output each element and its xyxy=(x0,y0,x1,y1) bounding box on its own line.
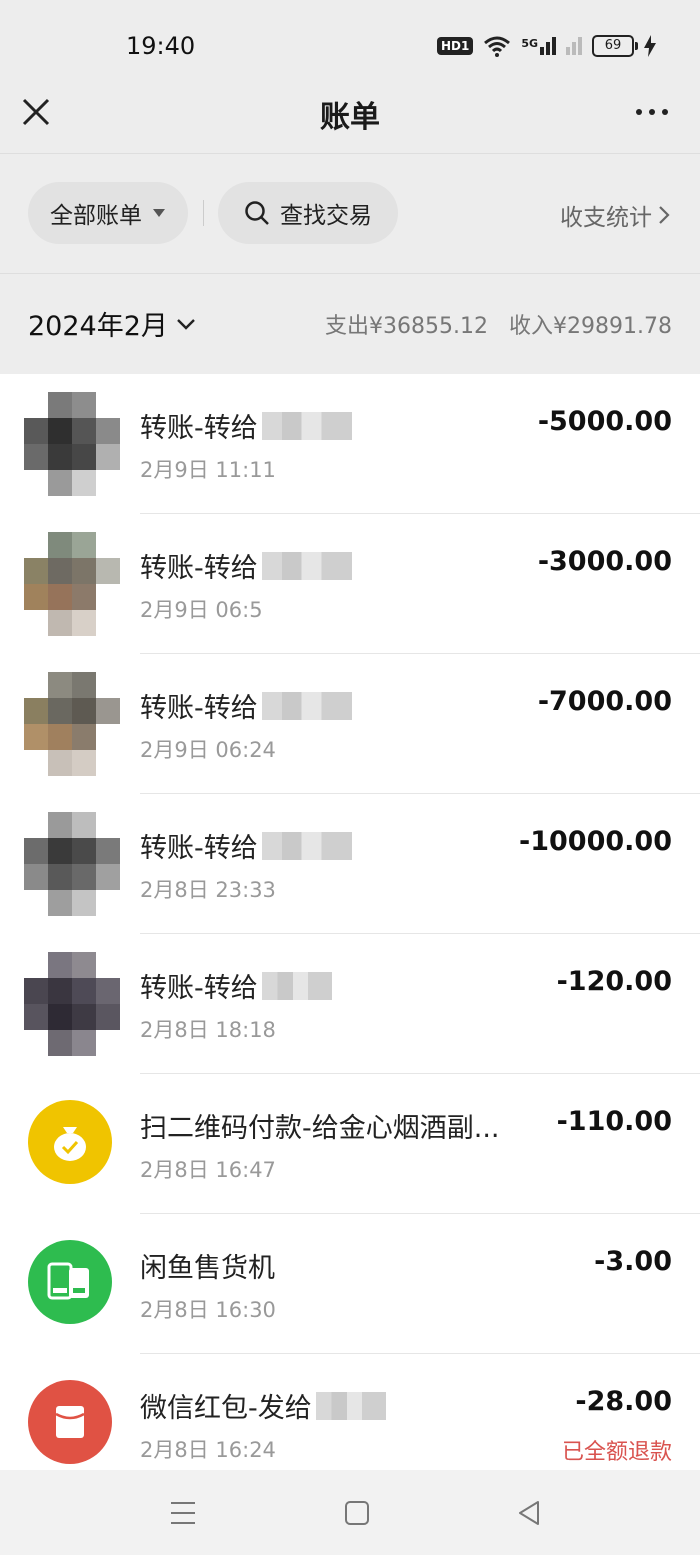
income-total: 收入¥29891.78 xyxy=(509,314,672,339)
money-bag-icon xyxy=(28,1100,112,1184)
title-text: 转账-转给 xyxy=(140,553,258,584)
system-nav-bar xyxy=(0,1470,700,1555)
status-bar: 19:40 HD1 5G 69 xyxy=(0,0,700,90)
title-text: 转账-转给 xyxy=(140,833,258,864)
transaction-row[interactable]: 转账-转给 2月9日 06:5 -3000.00 xyxy=(0,514,700,654)
filter-bar: 全部账单 查找交易 收支统计 xyxy=(0,154,700,274)
status-time: 19:40 xyxy=(126,32,196,60)
title-text: 微信红包-发给 xyxy=(140,1393,312,1424)
vending-machine-icon xyxy=(28,1240,112,1324)
chevron-down-icon xyxy=(177,318,195,330)
menu-icon[interactable] xyxy=(166,1496,200,1530)
red-packet-icon xyxy=(28,1380,112,1464)
divider xyxy=(203,200,204,226)
stats-link[interactable]: 收支统计 xyxy=(560,198,670,232)
blurred-avatar xyxy=(24,392,120,496)
transaction-row[interactable]: 转账-转给 2月8日 18:18 -120.00 xyxy=(0,934,700,1074)
month-label: 2024年2月 xyxy=(28,311,168,342)
transaction-title: 闲鱼售货机 xyxy=(140,1253,275,1284)
all-bills-label: 全部账单 xyxy=(50,203,142,229)
search-label: 查找交易 xyxy=(280,203,372,229)
caret-down-icon xyxy=(153,209,165,217)
stats-label: 收支统计 xyxy=(560,205,652,231)
hd-icon: HD1 xyxy=(436,37,474,55)
transaction-row[interactable]: 转账-转给 2月8日 23:33 -10000.00 xyxy=(0,794,700,934)
more-icon[interactable] xyxy=(634,94,670,130)
blurred-avatar xyxy=(24,672,120,776)
month-summary: 支出¥36855.12 收入¥29891.78 xyxy=(311,308,672,340)
transaction-row[interactable]: 闲鱼售货机 2月8日 16:30 -3.00 xyxy=(0,1214,700,1354)
redacted-name xyxy=(261,971,332,1000)
transaction-title: 转账-转给 xyxy=(140,546,352,585)
transaction-date: 2月9日 06:5 xyxy=(140,598,263,622)
search-icon xyxy=(245,201,269,225)
redacted-name xyxy=(261,551,352,580)
transaction-title: 转账-转给 xyxy=(140,686,352,725)
transaction-date: 2月8日 18:18 xyxy=(140,1018,276,1042)
battery-icon: 69 xyxy=(592,35,638,57)
month-selector[interactable]: 2024年2月 xyxy=(28,304,196,343)
transaction-amount: -7000.00 xyxy=(537,686,672,717)
transaction-title: 转账-转给 xyxy=(140,826,352,865)
nav-bar: 账单 xyxy=(0,90,700,154)
refund-status: 已全额退款 xyxy=(561,1440,672,1465)
transaction-amount: -120.00 xyxy=(556,966,672,997)
transaction-title: 转账-转给 xyxy=(140,966,332,1005)
transaction-date: 2月8日 16:30 xyxy=(140,1298,276,1322)
transaction-date: 2月8日 16:47 xyxy=(140,1158,276,1182)
redacted-name xyxy=(261,411,352,440)
transaction-date: 2月9日 11:11 xyxy=(140,458,276,482)
chevron-right-icon xyxy=(659,206,670,224)
transaction-title: 转账-转给 xyxy=(140,406,352,445)
transaction-date: 2月9日 06:24 xyxy=(140,738,276,762)
transaction-amount: -5000.00 xyxy=(537,406,672,437)
expense-total: 支出¥36855.12 xyxy=(325,314,489,339)
redacted-name xyxy=(315,1391,386,1420)
back-icon[interactable] xyxy=(512,1496,546,1530)
transaction-row[interactable]: 扫二维码付款-给金心烟酒副... 2月8日 16:47 -110.00 xyxy=(0,1074,700,1214)
blurred-avatar xyxy=(24,532,120,636)
page-title: 账单 xyxy=(320,100,380,135)
redacted-name xyxy=(261,691,352,720)
transaction-row[interactable]: 微信红包-发给 2月8日 16:24 -28.00 已全额退款 xyxy=(0,1354,700,1470)
transaction-row[interactable]: 转账-转给 2月9日 06:24 -7000.00 xyxy=(0,654,700,794)
transaction-amount: -3000.00 xyxy=(537,546,672,577)
network-label: 5G xyxy=(521,37,538,50)
title-text: 转账-转给 xyxy=(140,413,258,444)
blurred-avatar xyxy=(24,952,120,1056)
status-icons: HD1 5G 69 xyxy=(436,32,656,60)
transaction-amount: -110.00 xyxy=(556,1106,672,1137)
month-bar: 2024年2月 支出¥36855.12 收入¥29891.78 xyxy=(0,274,700,374)
transaction-title: 微信红包-发给 xyxy=(140,1386,386,1425)
transaction-list: 转账-转给 2月9日 11:11 -5000.00 转账-转给 2月9日 06:… xyxy=(0,374,700,1470)
signal-5g-icon: 5G xyxy=(521,37,556,55)
wifi-icon xyxy=(484,36,511,57)
transaction-amount: -3.00 xyxy=(594,1246,672,1277)
signal-weak-icon xyxy=(566,37,582,55)
charging-icon xyxy=(644,35,656,57)
search-transactions-button[interactable]: 查找交易 xyxy=(218,182,398,244)
transaction-date: 2月8日 16:24 xyxy=(140,1438,276,1462)
redacted-name xyxy=(261,831,352,860)
title-text: 转账-转给 xyxy=(140,973,258,1004)
transaction-row[interactable]: 转账-转给 2月9日 11:11 -5000.00 xyxy=(0,374,700,514)
transaction-amount: -10000.00 xyxy=(519,826,672,857)
blurred-avatar xyxy=(24,812,120,916)
title-text: 转账-转给 xyxy=(140,693,258,724)
transaction-amount: -28.00 xyxy=(575,1386,672,1417)
home-icon[interactable] xyxy=(340,1496,374,1530)
transaction-title: 扫二维码付款-给金心烟酒副... xyxy=(140,1113,500,1144)
transaction-date: 2月8日 23:33 xyxy=(140,878,276,902)
all-bills-dropdown[interactable]: 全部账单 xyxy=(28,182,188,244)
